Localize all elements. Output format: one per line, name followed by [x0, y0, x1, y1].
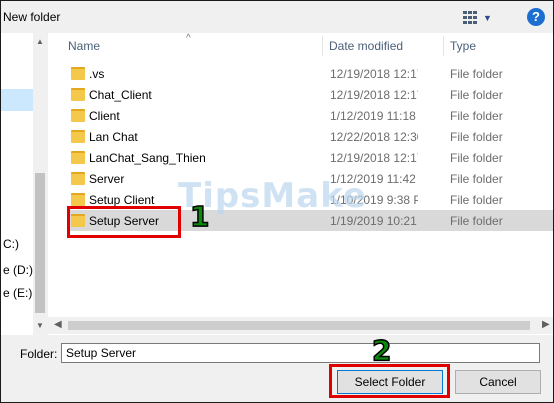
scroll-left-icon[interactable]: ◀: [54, 319, 62, 330]
file-date: 12/19/2018 12:17 PM: [330, 88, 418, 102]
navigation-pane[interactable]: C:) e (D:) e (E:) ▲ ▼: [1, 33, 47, 335]
file-type: File folder: [450, 151, 503, 165]
column-header-name[interactable]: Name: [68, 33, 100, 59]
file-type: File folder: [450, 67, 503, 81]
column-divider[interactable]: [322, 36, 323, 56]
file-type: File folder: [450, 109, 503, 123]
change-view-button[interactable]: ▼: [463, 9, 503, 27]
folder-icon: [71, 130, 85, 143]
file-type: File folder: [450, 193, 503, 207]
nav-item-drive-d[interactable]: e (D:): [3, 263, 33, 277]
nav-scroll-thumb[interactable]: [35, 173, 45, 313]
folder-icon: [71, 172, 85, 185]
scroll-down-icon[interactable]: ▼: [36, 321, 44, 330]
file-type: File folder: [450, 172, 503, 186]
file-name: Setup Client: [89, 193, 155, 207]
file-name: LanChat_Sang_Thien: [89, 151, 206, 165]
scroll-up-icon[interactable]: ▲: [36, 37, 44, 46]
scroll-right-icon[interactable]: ▶: [542, 319, 550, 330]
file-row[interactable]: Lan Chat 12/22/2018 12:30 PM File folder: [68, 126, 553, 147]
file-name: Server: [89, 172, 125, 186]
file-row[interactable]: .vs 12/19/2018 12:17 PM File folder: [68, 63, 553, 84]
file-date: 12/19/2018 12:17 PM: [330, 151, 418, 165]
folder-icon: [71, 88, 85, 101]
folder-icon: [71, 67, 85, 80]
toolbar: New folder ▼ ?: [1, 1, 553, 33]
file-name: Client: [89, 109, 120, 123]
file-name: .vs: [89, 67, 105, 81]
step-badge-1: 1: [189, 199, 210, 234]
details-view-icon: [463, 11, 477, 25]
highlight-box-step1: [67, 206, 181, 238]
nav-item-drive-e[interactable]: e (E:): [3, 286, 32, 300]
nav-item-drive-c[interactable]: C:): [3, 237, 19, 251]
file-row[interactable]: Client 1/12/2019 11:18 AM File folder: [68, 105, 553, 126]
file-name: Chat_Client: [89, 88, 152, 102]
new-folder-button[interactable]: New folder: [3, 10, 60, 24]
column-header-type[interactable]: Type: [450, 33, 476, 59]
folder-input[interactable]: [61, 343, 540, 363]
chevron-down-icon: ▼: [483, 13, 492, 23]
column-divider[interactable]: [443, 36, 444, 56]
folder-icon: [71, 193, 85, 206]
folder-label: Folder:: [20, 347, 58, 361]
file-row[interactable]: LanChat_Sang_Thien 12/19/2018 12:17 PM F…: [68, 147, 553, 168]
file-date: 1/19/2019 10:21 AM: [330, 214, 418, 228]
folder-icon: [71, 151, 85, 164]
file-date: 12/22/2018 12:30 PM: [330, 130, 418, 144]
column-header-date[interactable]: Date modified: [329, 33, 403, 59]
file-date: 1/12/2019 11:18 AM: [330, 109, 418, 123]
file-type: File folder: [450, 130, 503, 144]
nav-scrollbar[interactable]: ▲ ▼: [33, 33, 47, 335]
sort-ascending-icon: ^: [186, 33, 191, 44]
file-date: 12/19/2018 12:17 PM: [330, 67, 418, 81]
file-type: File folder: [450, 88, 503, 102]
horizontal-scrollbar[interactable]: ◀ ▶: [48, 317, 553, 334]
horizontal-scroll-thumb[interactable]: [68, 321, 530, 330]
nav-selected-item[interactable]: [1, 89, 33, 111]
folder-icon: [71, 109, 85, 122]
file-name: Lan Chat: [89, 130, 138, 144]
step-badge-2: 2: [371, 333, 392, 368]
cancel-button[interactable]: Cancel: [455, 370, 541, 394]
highlight-box-step2: [329, 364, 450, 398]
file-row[interactable]: Chat_Client 12/19/2018 12:17 PM File fol…: [68, 84, 553, 105]
file-type: File folder: [450, 214, 503, 228]
help-button[interactable]: ?: [527, 8, 545, 26]
